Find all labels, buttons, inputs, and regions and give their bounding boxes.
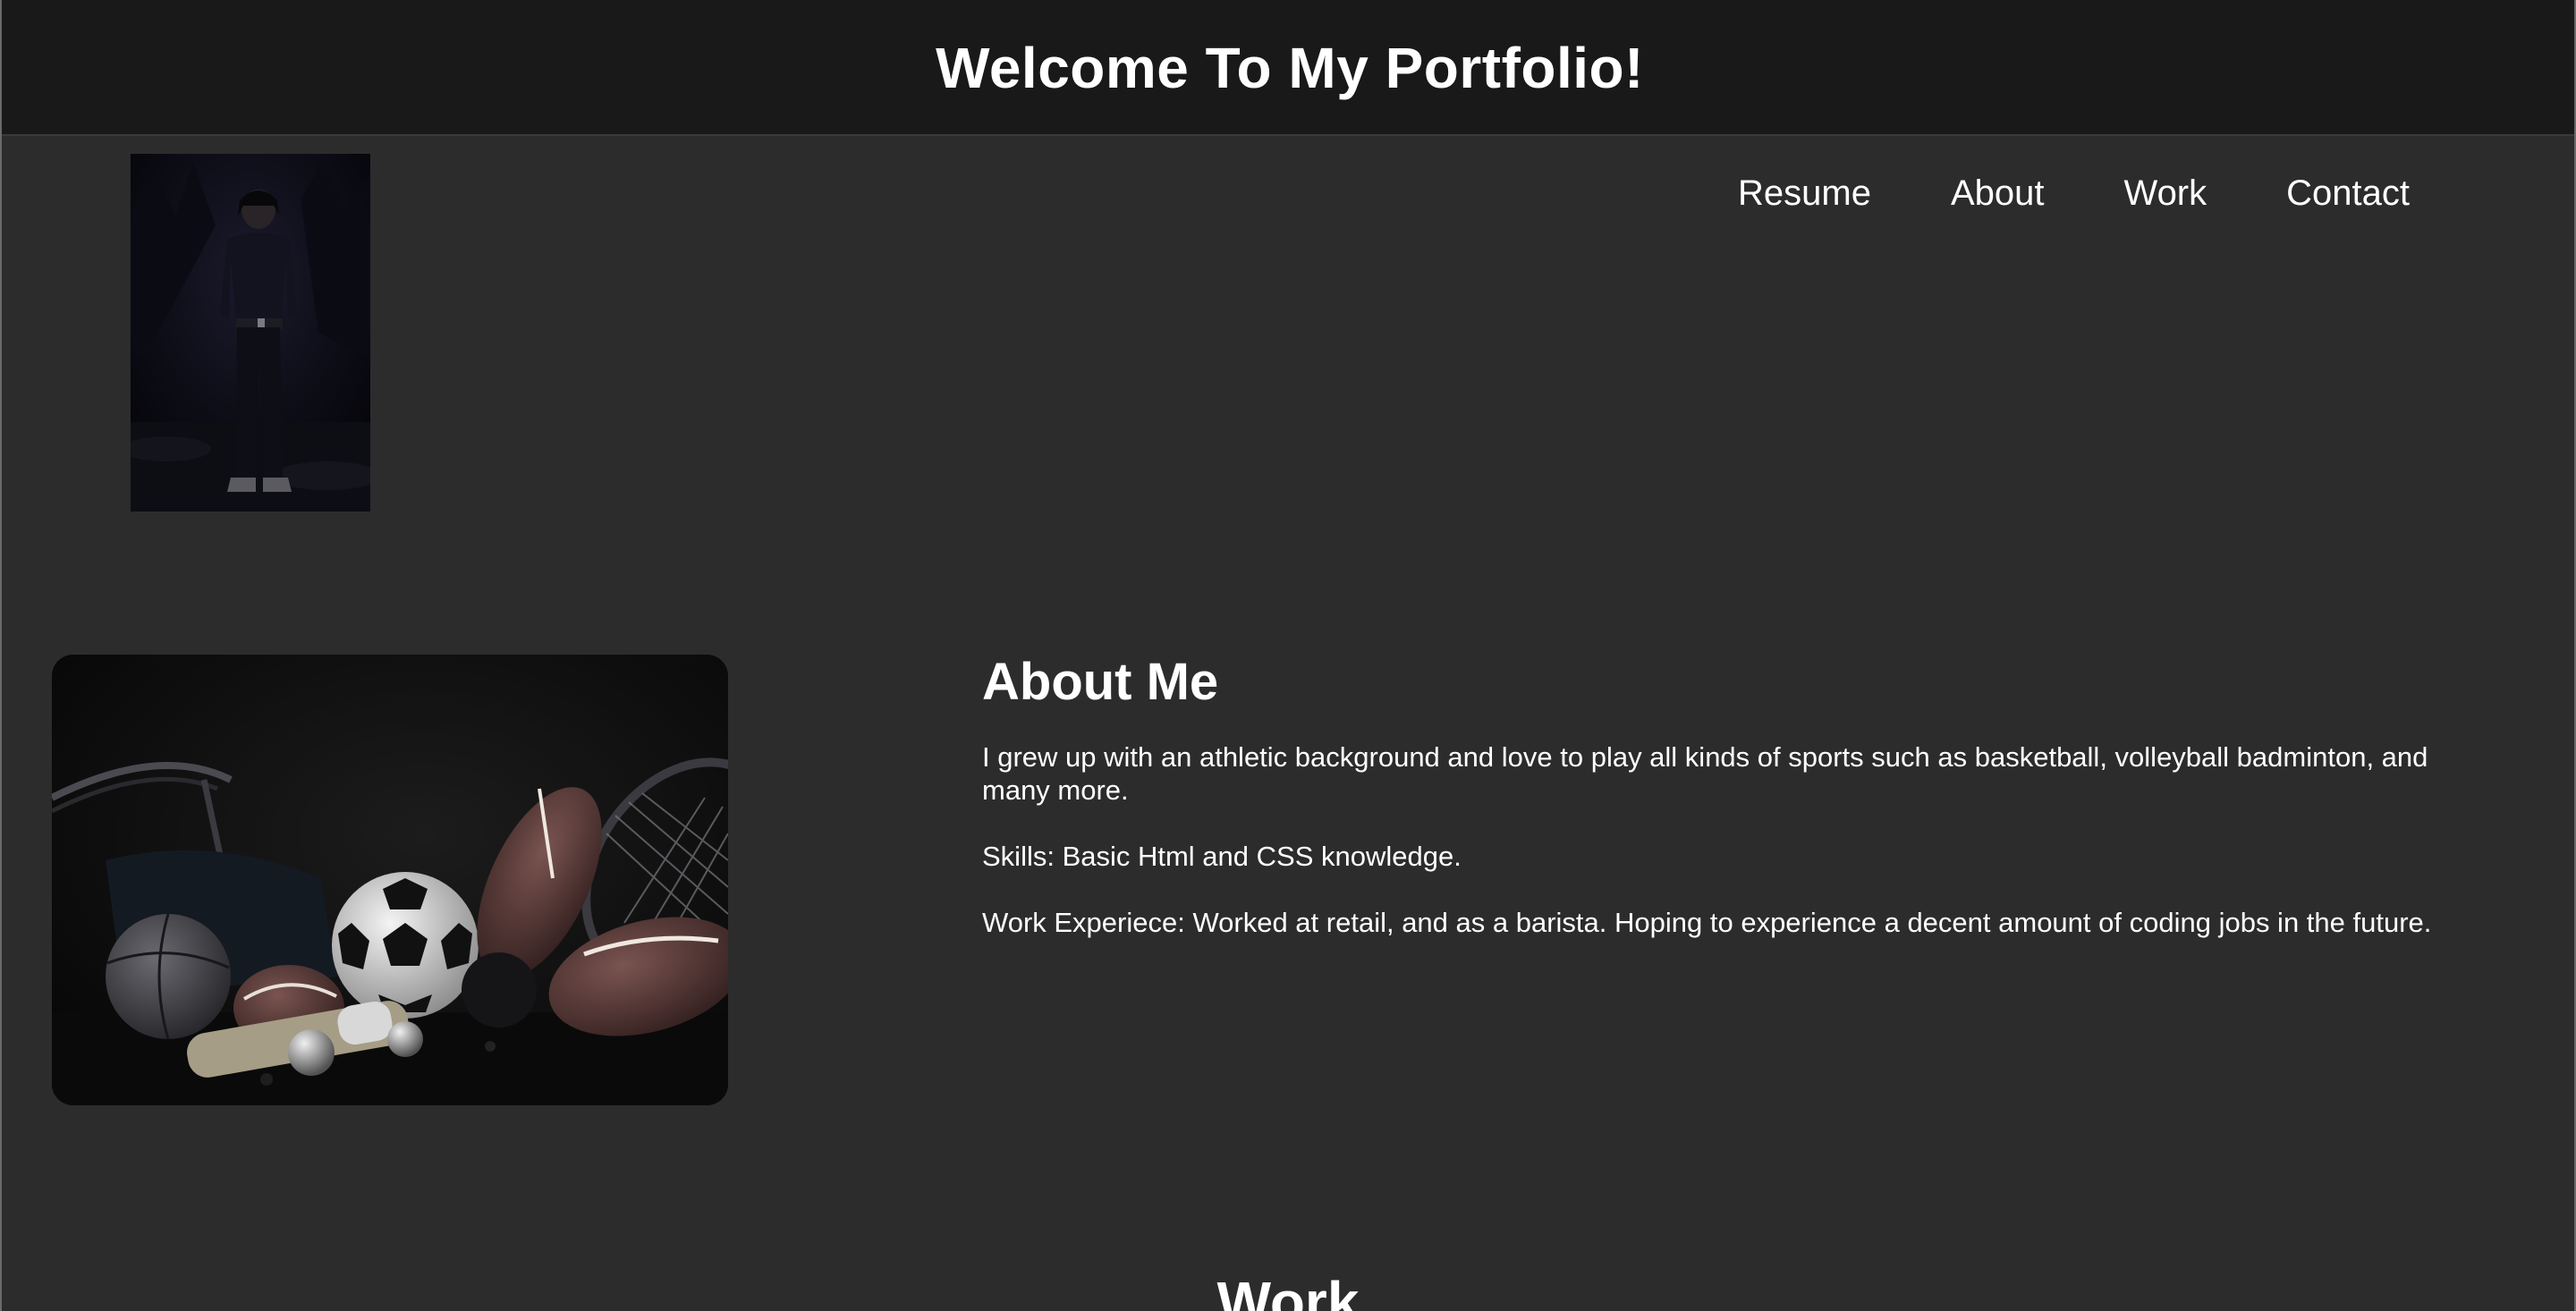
work-heading: Work [1216,1270,1360,1311]
main-nav: Resume About Work Contact [1738,166,2410,220]
nav-link-resume[interactable]: Resume [1738,166,1871,220]
portfolio-page: Welcome To My Portfolio! Resume About Wo… [0,0,2576,1311]
site-header: Welcome To My Portfolio! [2,0,2574,136]
profile-photo [131,154,370,512]
about-bio-text: I grew up with an athletic background an… [982,741,2428,806]
nav-link-contact[interactable]: Contact [2286,166,2410,220]
sports-equipment-graphic [52,655,728,1105]
about-work-text: Work Experiece: Worked at retail, and as… [982,907,2432,938]
profile-photo-graphic [131,154,370,512]
about-skills-text: Skills: Basic Html and CSS knowledge. [982,841,1462,872]
nav-link-about[interactable]: About [1951,166,2045,220]
site-title: Welcome To My Portfolio! [936,36,1644,100]
about-section: About Me I grew up with an athletic back… [982,651,2503,939]
sports-equipment-image [52,655,728,1105]
about-heading: About Me [982,653,1219,711]
nav-link-work[interactable]: Work [2124,166,2207,220]
